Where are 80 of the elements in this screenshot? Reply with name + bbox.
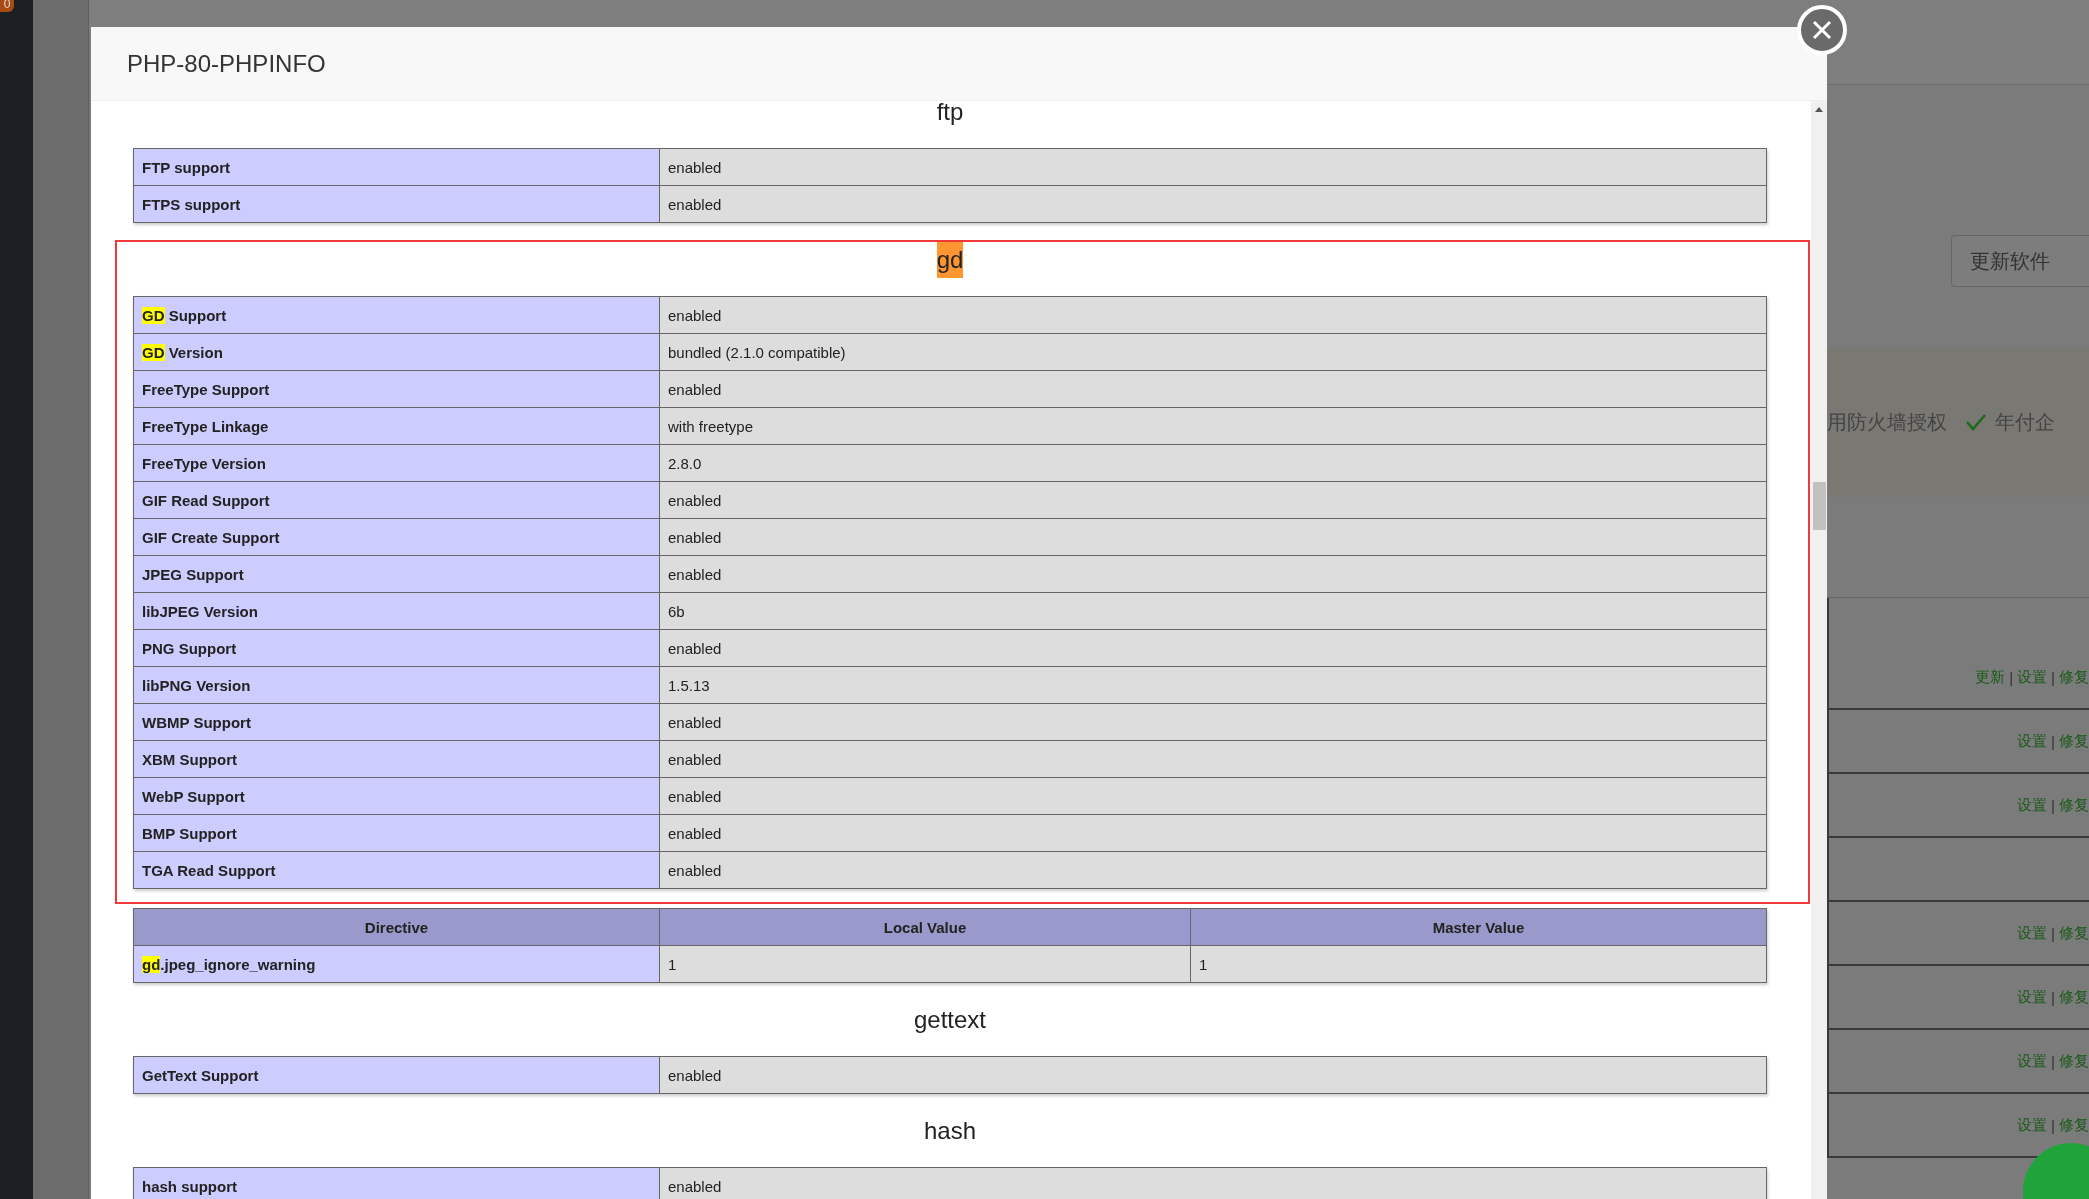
value-cell: enabled [659,1167,1767,1199]
setting-name-cell: TGA Read Support [133,851,660,889]
action-link[interactable]: 设置 [2017,731,2048,751]
setting-name-cell: GD Version [133,333,660,371]
column-header: Directive [133,908,660,946]
setting-name-cell: GIF Create Support [133,518,660,556]
section-title: gd [936,242,964,278]
value-cell: 1.5.13 [659,666,1767,704]
directive-cell: gd.jpeg_ignore_warning [133,945,660,983]
value-cell: enabled [659,629,1767,667]
value-cell: enabled [659,481,1767,519]
value-cell: enabled [659,185,1767,223]
value-cell: enabled [659,777,1767,815]
action-link[interactable]: 设置 [2017,795,2048,815]
setting-name-cell: libPNG Version [133,666,660,704]
scrollbar[interactable] [1811,101,1827,1199]
action-link[interactable]: 设置 [2017,667,2048,687]
action-link[interactable]: 设置 [2017,923,2048,943]
action-link[interactable]: 修复 [2059,731,2089,751]
value-cell: enabled [659,296,1767,334]
notification-badge: 0 [0,0,14,12]
link-separator: | [2009,668,2014,686]
setting-name-cell: WBMP Support [133,703,660,741]
value-cell: enabled [659,518,1767,556]
setting-name-cell: GetText Support [133,1056,660,1094]
link-separator: | [2051,732,2055,750]
scrollbar-thumb[interactable] [1812,482,1826,530]
column-header: Local Value [659,908,1191,946]
action-link[interactable]: 修复 [2059,923,2089,943]
value-cell: enabled [659,1056,1767,1094]
link-separator: | [2051,1052,2055,1070]
action-link[interactable]: 修复 [2059,667,2089,687]
setting-name-cell: GIF Read Support [133,481,660,519]
action-link[interactable]: 设置 [2017,987,2048,1007]
setting-name-cell: libJPEG Version [133,592,660,630]
section-title: hash [923,1116,976,1146]
action-link[interactable]: 更新 [1975,667,2006,687]
link-separator: | [2051,1116,2055,1134]
setting-name-cell: hash support [133,1167,660,1199]
dialog-title: PHP-80-PHPINFO [127,49,326,78]
update-button[interactable]: 更新软件 [1951,235,2089,287]
value-cell: enabled [659,370,1767,408]
setting-name-cell: FreeType Support [133,370,660,408]
link-separator: | [2051,668,2055,686]
close-icon [1811,19,1833,41]
value-cell: enabled [659,703,1767,741]
setting-name-cell: XBM Support [133,740,660,778]
action-link[interactable]: 设置 [2017,1051,2048,1071]
setting-name-cell: BMP Support [133,814,660,852]
action-link[interactable]: 修复 [2059,795,2089,815]
setting-name-cell: GD Support [133,296,660,334]
value-cell: enabled [659,740,1767,778]
value-cell: with freetype [659,407,1767,445]
setting-name-cell: WebP Support [133,777,660,815]
value-cell: enabled [659,814,1767,852]
setting-name-cell: FTPS support [133,185,660,223]
setting-name-cell: FreeType Linkage [133,407,660,445]
setting-name-cell: FreeType Version [133,444,660,482]
setting-name-cell: FTP support [133,148,660,186]
value-cell: 1 [1190,945,1767,983]
value-cell: 1 [659,945,1191,983]
column-header: Master Value [1190,908,1767,946]
setting-name-cell: PNG Support [133,629,660,667]
link-separator: | [2051,924,2055,942]
value-cell: 2.8.0 [659,444,1767,482]
link-separator: | [2051,796,2055,814]
link-separator: | [2051,988,2055,1006]
value-cell: enabled [659,851,1767,889]
action-link[interactable]: 设置 [2017,1115,2048,1135]
value-cell: 6b [659,592,1767,630]
value-cell: bundled (2.1.0 compatible) [659,333,1767,371]
action-link[interactable]: 修复 [2059,1115,2089,1135]
value-cell: enabled [659,148,1767,186]
scroll-up-icon[interactable] [1815,107,1823,112]
value-cell: enabled [659,555,1767,593]
setting-name-cell: JPEG Support [133,555,660,593]
action-link[interactable]: 修复 [2059,987,2089,1007]
action-link[interactable]: 修复 [2059,1051,2089,1071]
section-title: gettext [913,1005,986,1035]
section-title: ftp [936,101,964,127]
